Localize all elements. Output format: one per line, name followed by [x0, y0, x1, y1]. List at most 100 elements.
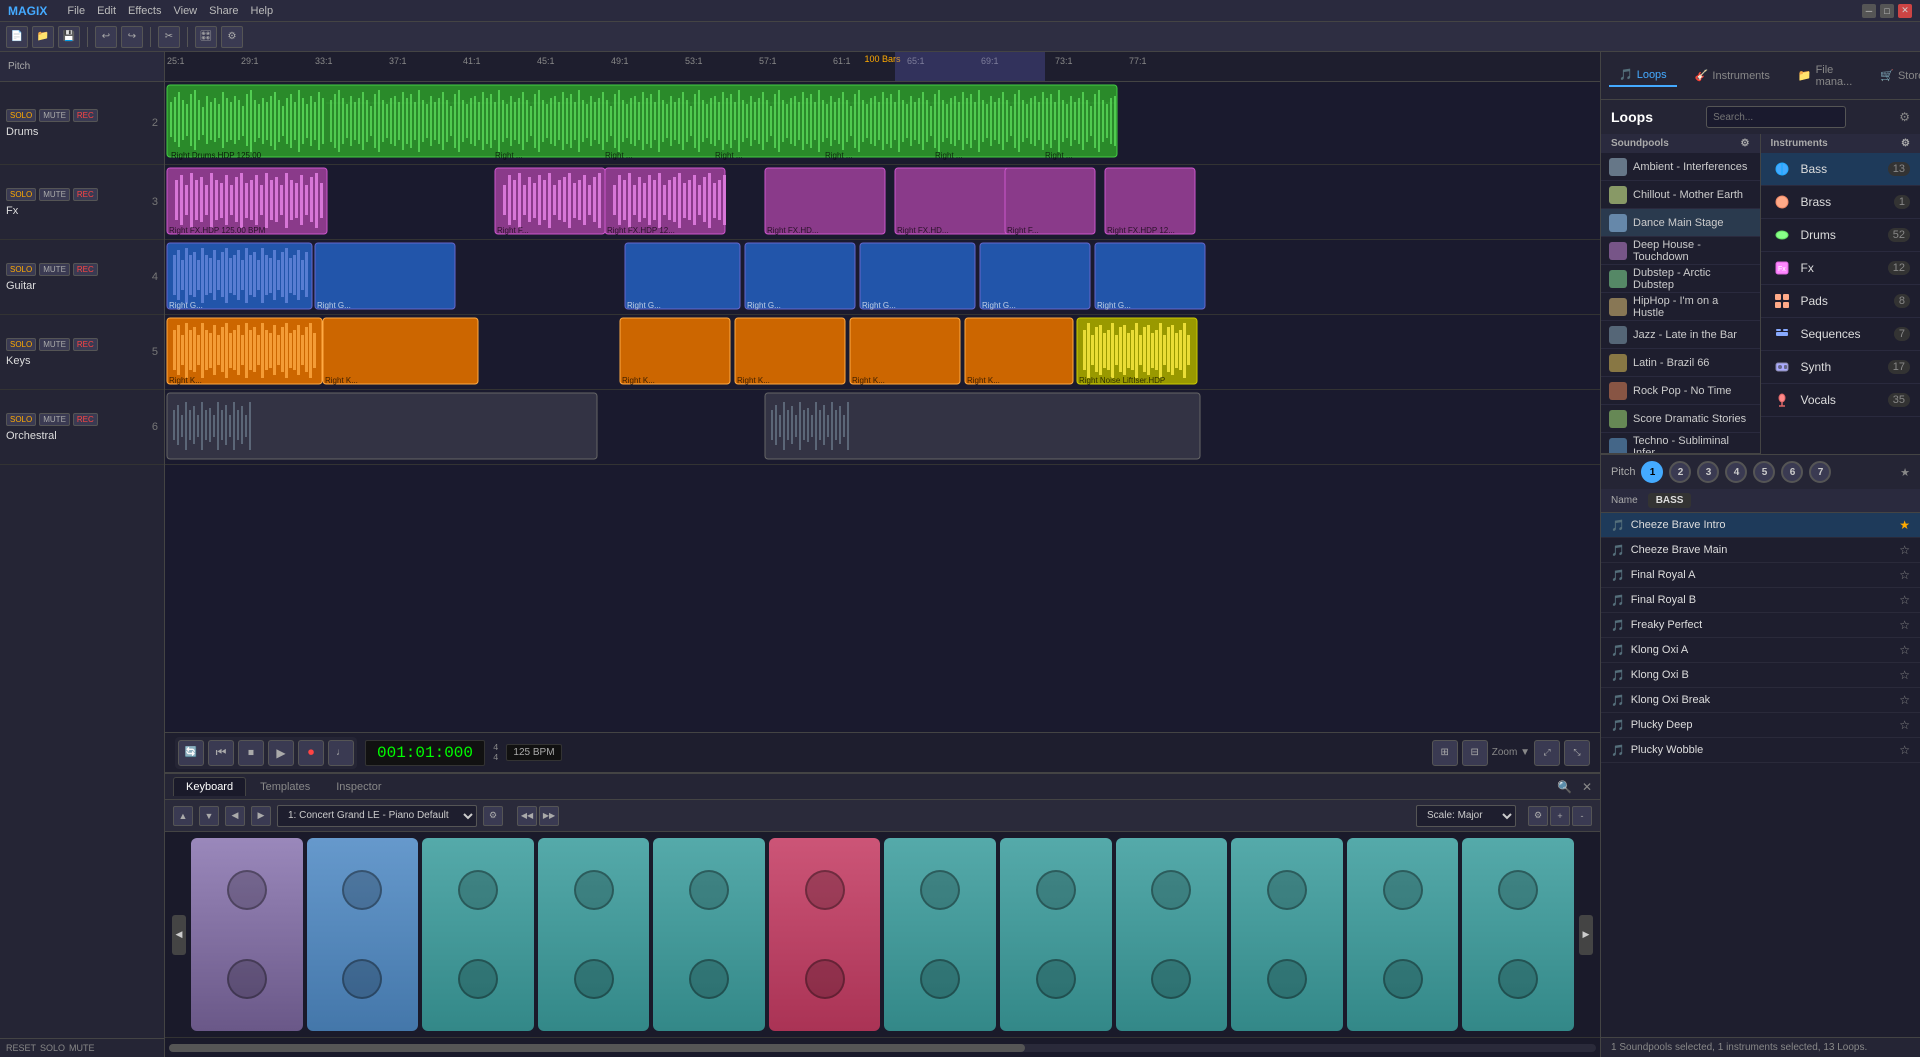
soundpool-latin[interactable]: Latin - Brazil 66 — [1601, 349, 1760, 377]
pitch-btn-3[interactable]: 3 — [1697, 461, 1719, 483]
piano-scroll-thumb[interactable] — [169, 1044, 1025, 1052]
soundpool-techno[interactable]: Techno - Subliminal Infer... — [1601, 433, 1760, 454]
tab-file-manager[interactable]: 📁 File mana... — [1788, 60, 1862, 92]
soundpool-hiphop[interactable]: HipHop - I'm on a Hustle — [1601, 293, 1760, 321]
track-content-orchestral[interactable] — [165, 390, 1600, 464]
tab-loops[interactable]: 🎵 Loops — [1609, 64, 1677, 87]
solo-all-label[interactable]: SOLO — [40, 1043, 65, 1053]
kb-prev[interactable]: ◀ — [225, 806, 245, 826]
soundpool-dance[interactable]: Dance Main Stage — [1601, 209, 1760, 237]
pad-5[interactable] — [653, 838, 765, 1031]
track-content-drums[interactable]: Right Drums.HDP 125.00 Right ... Right .… — [165, 82, 1600, 164]
search-input[interactable] — [1706, 106, 1846, 128]
loop-plucky-deep[interactable]: 🎵 Plucky Deep ☆ — [1601, 713, 1920, 738]
pitch-star-icon[interactable]: ★ — [1900, 466, 1910, 479]
loop-star-1[interactable]: ★ — [1899, 518, 1910, 532]
pad-1[interactable] — [191, 838, 303, 1031]
soundpools-settings-icon[interactable]: ⚙ — [1741, 138, 1750, 149]
pad-12[interactable] — [1462, 838, 1574, 1031]
mute-button-guitar[interactable]: MUTE — [39, 263, 70, 276]
instrument-drums[interactable]: Drums 52 — [1761, 219, 1920, 252]
grid-button[interactable]: ⊞ — [1432, 740, 1458, 766]
soundpool-rock-pop[interactable]: Rock Pop - No Time — [1601, 377, 1760, 405]
pad-10[interactable] — [1231, 838, 1343, 1031]
snap-button[interactable]: ⊟ — [1462, 740, 1488, 766]
loops-settings-icon[interactable]: ⚙ — [1899, 110, 1910, 124]
loop-final-royal-a[interactable]: 🎵 Final Royal A ☆ — [1601, 563, 1920, 588]
solo-button-drums[interactable]: SOLO — [6, 109, 36, 122]
pitch-btn-4[interactable]: 4 — [1725, 461, 1747, 483]
scale-select[interactable]: Scale: Major — [1416, 805, 1516, 827]
loop-final-royal-b[interactable]: 🎵 Final Royal B ☆ — [1601, 588, 1920, 613]
mute-button-drums[interactable]: MUTE — [39, 109, 70, 122]
instrument-bass[interactable]: Bass 13 — [1761, 153, 1920, 186]
maximize-button[interactable]: □ — [1880, 4, 1894, 18]
pitch-btn-6[interactable]: 6 — [1781, 461, 1803, 483]
kb-zoom-out[interactable]: - — [1572, 806, 1592, 826]
menu-file[interactable]: File — [67, 5, 85, 17]
kb-octave-down[interactable]: ◀◀ — [517, 806, 537, 826]
mute-button-fx[interactable]: MUTE — [39, 188, 70, 201]
instrument-sequences[interactable]: Sequences 7 — [1761, 318, 1920, 351]
close-button[interactable]: ✕ — [1898, 4, 1912, 18]
kb-next[interactable]: ▶ — [251, 806, 271, 826]
instrument-select[interactable]: 1: Concert Grand LE - Piano Default — [277, 805, 477, 827]
instrument-vocals[interactable]: Vocals 35 — [1761, 384, 1920, 417]
kb-nav-down[interactable]: ▼ — [199, 806, 219, 826]
toolbar-cut-button[interactable]: ✂ — [158, 26, 180, 48]
bottom-search[interactable]: 🔍 — [1557, 780, 1572, 794]
rec-button-orchestral[interactable]: REC — [73, 413, 98, 426]
loop-freaky-perfect[interactable]: 🎵 Freaky Perfect ☆ — [1601, 613, 1920, 638]
pads-right-arrow[interactable]: ▶ — [1578, 838, 1594, 1031]
rec-button-fx[interactable]: REC — [73, 188, 98, 201]
instrument-synth[interactable]: Synth 17 — [1761, 351, 1920, 384]
tab-instruments[interactable]: 🎸 Instruments — [1685, 65, 1780, 86]
toolbar-open-button[interactable]: 📁 — [32, 26, 54, 48]
menu-share[interactable]: Share — [209, 5, 238, 17]
rec-button-keys[interactable]: REC — [73, 338, 98, 351]
track-content-keys[interactable]: Right K... Right K... Right K... Right K… — [165, 315, 1600, 389]
menu-help[interactable]: Help — [251, 5, 274, 17]
soundpool-score[interactable]: Score Dramatic Stories — [1601, 405, 1760, 433]
kb-settings[interactable]: ⚙ — [483, 806, 503, 826]
loop-star-8[interactable]: ☆ — [1899, 693, 1910, 707]
timeline-ruler[interactable]: 100 Bars 25:1 29:1 33:1 37:1 41:1 45:1 4… — [165, 52, 1600, 82]
soundpool-deep-house[interactable]: Deep House - Touchdown — [1601, 237, 1760, 265]
left-arrow-icon[interactable]: ◀ — [172, 915, 186, 955]
pad-3[interactable] — [422, 838, 534, 1031]
soundpool-chillout[interactable]: Chillout - Mother Earth — [1601, 181, 1760, 209]
tab-templates[interactable]: Templates — [248, 778, 322, 796]
rec-button-drums[interactable]: REC — [73, 109, 98, 122]
instruments-settings-icon[interactable]: ⚙ — [1901, 138, 1910, 149]
pad-4[interactable] — [538, 838, 650, 1031]
loop-star-3[interactable]: ☆ — [1899, 568, 1910, 582]
track-content-fx[interactable]: Right FX.HDP 125.00 BPM — [165, 165, 1600, 239]
loop-star-5[interactable]: ☆ — [1899, 618, 1910, 632]
kb-nav-up[interactable]: ▲ — [173, 806, 193, 826]
tab-keyboard[interactable]: Keyboard — [173, 777, 246, 796]
toolbar-undo-button[interactable]: ↩ — [95, 26, 117, 48]
solo-button-fx[interactable]: SOLO — [6, 188, 36, 201]
menu-effects[interactable]: Effects — [128, 5, 161, 17]
piano-scroll-bar[interactable] — [165, 1037, 1600, 1057]
metronome-button[interactable]: ♩ — [328, 740, 354, 766]
pitch-btn-1[interactable]: 1 — [1641, 461, 1663, 483]
soundpool-dubstep[interactable]: Dubstep - Arctic Dubstep — [1601, 265, 1760, 293]
soundpool-jazz[interactable]: Jazz - Late in the Bar — [1601, 321, 1760, 349]
loop-cheeze-brave-intro[interactable]: 🎵 Cheeze Brave Intro ★ — [1601, 513, 1920, 538]
rec-button-guitar[interactable]: REC — [73, 263, 98, 276]
kb-zoom-in[interactable]: + — [1550, 806, 1570, 826]
mute-button-orchestral[interactable]: MUTE — [39, 413, 70, 426]
toolbar-effects-button[interactable]: 🎛 — [195, 26, 217, 48]
toolbar-save-button[interactable]: 💾 — [58, 26, 80, 48]
loop-button[interactable]: 🔄 — [178, 740, 204, 766]
pads-left-arrow[interactable]: ◀ — [171, 838, 187, 1031]
loop-star-7[interactable]: ☆ — [1899, 668, 1910, 682]
track-content-guitar[interactable]: Right G... Right G... Right G... Right G… — [165, 240, 1600, 314]
loop-klong-oxi-a[interactable]: 🎵 Klong Oxi A ☆ — [1601, 638, 1920, 663]
play-button[interactable]: ▶ — [268, 740, 294, 766]
pad-7[interactable] — [884, 838, 996, 1031]
toolbar-redo-button[interactable]: ↪ — [121, 26, 143, 48]
record-button[interactable]: ⏺ — [298, 740, 324, 766]
tab-store[interactable]: 🛒 Store — [1870, 65, 1920, 86]
